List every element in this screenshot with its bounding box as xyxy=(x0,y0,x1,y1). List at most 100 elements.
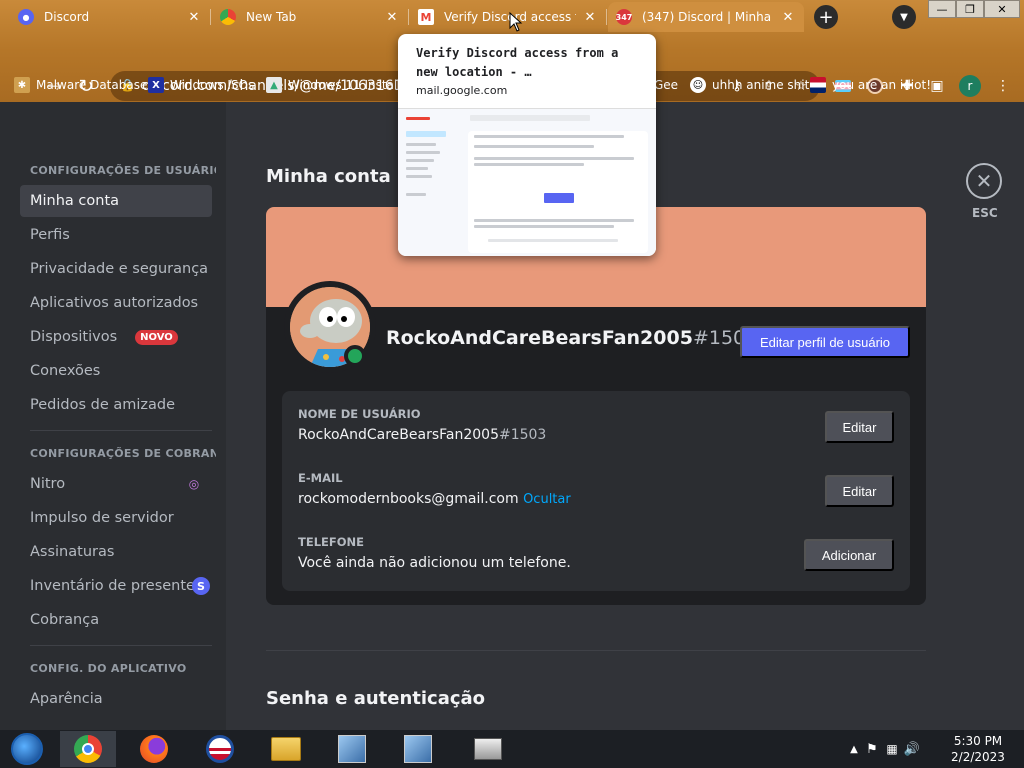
installer-icon xyxy=(338,735,366,763)
anime-icon: ☺ xyxy=(690,77,706,93)
section-heading-app-settings: CONFIG. DO APLICATIVO xyxy=(30,662,187,675)
bookmark-gee[interactable]: Gee xyxy=(654,74,678,96)
sidebar-item-label: Privacidade e segurança xyxy=(30,261,209,277)
preview-title: Verify Discord access from a new locatio… xyxy=(416,46,619,79)
clock-date: 2/2/2023 xyxy=(951,750,1005,764)
discord-notification-icon: 347 xyxy=(616,9,632,25)
sidebar-item-label: Aparência xyxy=(30,691,103,707)
taskbar: ▲ ⚑ ▦ 🔊 5:30 PM 2/2/2023 xyxy=(0,730,1024,768)
network-icon[interactable]: ▦ xyxy=(882,742,902,756)
tab-discord[interactable]: ● Discord ✕ xyxy=(10,2,210,32)
gmail-icon: M xyxy=(418,9,434,25)
sidebar-item-authorized-apps[interactable]: Aplicativos autorizados xyxy=(20,287,212,319)
close-tab-icon[interactable]: ✕ xyxy=(582,9,598,25)
username-discriminator: #1503 xyxy=(498,427,547,443)
bookmark-label: you are an idiot! xyxy=(832,78,931,92)
taskbar-file-explorer[interactable] xyxy=(258,731,314,767)
thumbnail-sidebar xyxy=(402,113,464,253)
username-value-text: RockoAndCareBearsFan2005 xyxy=(298,427,499,443)
show-hidden-icons-icon[interactable]: ▲ xyxy=(846,744,862,755)
close-tab-icon[interactable]: ✕ xyxy=(780,9,796,25)
section-divider xyxy=(266,650,926,651)
tab-separator xyxy=(408,9,409,25)
action-center-flag-icon[interactable]: ⚑ xyxy=(862,742,882,757)
bookmark-windows-11-installer[interactable]: ▲ Windows 11 Installer xyxy=(266,74,413,96)
sidebar-item-connections[interactable]: Conexões xyxy=(20,355,212,387)
windows-start-button[interactable] xyxy=(0,731,54,767)
sidebar-item-label: Dispositivos xyxy=(30,329,118,345)
edit-email-button[interactable]: Editar xyxy=(825,475,894,507)
taskbar-chrome[interactable] xyxy=(60,731,116,767)
tab-search-button[interactable]: ▼ xyxy=(892,5,916,29)
taskbar-printer[interactable] xyxy=(460,731,516,767)
profile-username: RockoAndCareBearsFan2005#1503 xyxy=(386,327,757,349)
bookmark-you-are-an-idiot[interactable]: you are an idiot! xyxy=(810,74,931,96)
close-window-button[interactable]: ✕ xyxy=(984,0,1020,18)
esc-label: ESC xyxy=(972,206,998,220)
tab-hover-preview: Verify Discord access from a new locatio… xyxy=(398,34,656,256)
edit-username-button[interactable]: Editar xyxy=(825,411,894,443)
tab-new-tab[interactable]: New Tab ✕ xyxy=(212,2,408,32)
minimize-button[interactable]: — xyxy=(928,0,956,18)
bookmark-label: Windows 11 Installer xyxy=(288,78,413,92)
hide-email-link[interactable]: Ocultar xyxy=(523,492,571,507)
email-field-label: E-MAIL xyxy=(298,471,343,485)
sidebar-item-appearance[interactable]: Aparência xyxy=(20,683,212,715)
tab-gmail-verify[interactable]: M Verify Discord access fro ✕ xyxy=(410,2,606,32)
sidebar-item-profiles[interactable]: Perfis xyxy=(20,219,212,251)
gift-badge: S xyxy=(192,577,210,595)
taskbar-installer-2[interactable] xyxy=(390,731,446,767)
taskbar-installer-1[interactable] xyxy=(324,731,380,767)
tab-separator xyxy=(606,9,607,25)
online-status-indicator xyxy=(344,345,366,367)
taskbar-obama[interactable] xyxy=(192,731,248,767)
close-tab-icon[interactable]: ✕ xyxy=(384,9,400,25)
taskbar-clock[interactable]: 5:30 PM 2/2/2023 xyxy=(936,733,1020,765)
tab-title: New Tab xyxy=(246,10,297,24)
preview-domain: mail.google.com xyxy=(416,84,508,97)
add-phone-button[interactable]: Adicionar xyxy=(804,539,894,571)
clock-time: 5:30 PM xyxy=(953,734,1003,748)
nitro-icon: ◎ xyxy=(188,477,200,491)
system-tray: ▲ ⚑ ▦ 🔊 xyxy=(846,740,922,758)
image-icon: ▲ xyxy=(266,77,282,93)
sidebar-item-gift-inventory[interactable]: Inventário de presentes S xyxy=(20,570,212,602)
bookmark-windows-isos[interactable]: X Windows ISOs xyxy=(148,74,254,96)
sidebar-item-label: Aplicativos autorizados xyxy=(30,295,199,311)
tab-discord-account[interactable]: 347 (347) Discord | Minha con ✕ xyxy=(608,2,804,32)
sidebar-item-billing[interactable]: Cobrança xyxy=(20,604,212,636)
close-settings-button[interactable]: ✕ xyxy=(966,163,1002,199)
close-tab-icon[interactable]: ✕ xyxy=(186,9,202,25)
new-tab-button[interactable]: + xyxy=(814,5,838,29)
obama-icon xyxy=(206,735,234,763)
bookmark-anime[interactable]: ☺ uhhh anime shit xyxy=(690,74,809,96)
volume-icon[interactable]: 🔊 xyxy=(902,742,922,757)
sidebar-item-server-boost[interactable]: Impulso de servidor xyxy=(20,502,212,534)
sidebar-item-privacy[interactable]: Privacidade e segurança xyxy=(20,253,212,285)
tab-title: Discord xyxy=(44,10,90,24)
file-explorer-icon xyxy=(271,737,301,761)
edit-profile-button[interactable]: Editar perfil de usuário xyxy=(740,326,910,358)
sidebar-item-nitro[interactable]: Nitro ◎ xyxy=(20,468,212,500)
bookmark-malware-database[interactable]: ✱ Malware Database xyxy=(14,74,147,96)
page-title: Minha conta xyxy=(266,166,391,187)
chrome-icon xyxy=(220,9,236,25)
sidebar-item-label: Perfis xyxy=(30,227,70,243)
tab-title: (347) Discord | Minha con xyxy=(642,10,774,24)
username-field-value: RockoAndCareBearsFan2005#1503 xyxy=(298,427,546,443)
sidebar-item-subscriptions[interactable]: Assinaturas xyxy=(20,536,212,568)
sidebar-item-friend-requests[interactable]: Pedidos de amizade xyxy=(20,389,212,421)
maximize-button[interactable]: ❐ xyxy=(956,0,984,18)
preview-thumbnail xyxy=(398,108,656,256)
bug-icon: ✱ xyxy=(14,77,30,93)
bookmark-label: Windows ISOs xyxy=(170,78,255,92)
sidebar-item-label: Nitro xyxy=(30,476,66,492)
sidebar-item-label: Assinaturas xyxy=(30,544,115,560)
discord-icon: ● xyxy=(18,9,34,25)
email-value-text: rockomodernbooks@gmail.com xyxy=(298,491,519,507)
sidebar-item-my-account[interactable]: Minha conta xyxy=(20,185,212,217)
taskbar-firefox[interactable] xyxy=(126,731,182,767)
chrome-icon xyxy=(74,735,102,763)
flag-icon xyxy=(810,77,826,93)
sidebar-item-devices[interactable]: Dispositivos NOVO xyxy=(20,321,212,353)
